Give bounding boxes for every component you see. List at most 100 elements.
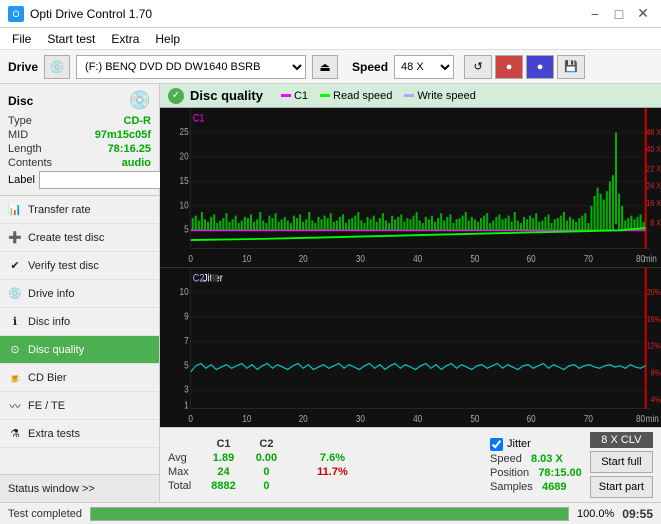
legend-read-speed: Read speed <box>320 90 392 102</box>
transfer-rate-icon: 📊 <box>8 203 22 217</box>
maximize-button[interactable]: □ <box>609 4 629 24</box>
sidebar-item-drive-info[interactable]: 💿 Drive info <box>0 280 159 308</box>
content-area: ✓ Disc quality C1 Read speed Write speed <box>160 84 661 502</box>
create-test-disc-icon: ➕ <box>8 231 22 245</box>
disc-type-label: Type <box>8 115 32 127</box>
col-c2-header: C2 <box>246 437 287 451</box>
drive-label: Drive <box>8 60 38 74</box>
svg-text:80: 80 <box>636 413 645 424</box>
disc-contents-label: Contents <box>8 157 52 169</box>
svg-text:30: 30 <box>356 253 365 264</box>
disc-label-row: Label ✎ <box>8 171 151 189</box>
menu-extra[interactable]: Extra <box>103 30 147 48</box>
total-c2: 0 <box>246 479 287 493</box>
stats-row: C1 C2 Avg 1.89 0.00 <box>168 432 653 498</box>
svg-text:10: 10 <box>242 413 251 424</box>
fe-te-icon: 〰 <box>8 399 22 413</box>
menu-start-test[interactable]: Start test <box>39 30 103 48</box>
save-button[interactable]: 💾 <box>557 55 585 79</box>
svg-text:40: 40 <box>413 253 422 264</box>
avg-c2: 0.00 <box>246 451 287 465</box>
disc-type-field: Type CD-R <box>8 115 151 127</box>
sidebar-item-cd-bier[interactable]: 🍺 CD Bier <box>0 364 159 392</box>
svg-text:20: 20 <box>299 253 308 264</box>
col-blank-header <box>287 437 307 451</box>
svg-text:10: 10 <box>242 253 251 264</box>
avg-label: Avg <box>168 451 201 465</box>
svg-text:min: min <box>644 253 657 264</box>
drive-icon-button[interactable]: 💿 <box>44 55 70 79</box>
c2-chart-svg: 10 9 7 5 3 1 20% 16% 12% 8% 4% 0 10 20 <box>160 268 661 427</box>
write-speed-color-dot <box>404 94 414 97</box>
speed-label: Speed <box>352 60 388 74</box>
svg-text:0: 0 <box>188 253 193 264</box>
menu-help[interactable]: Help <box>147 30 188 48</box>
svg-text:10: 10 <box>180 286 189 297</box>
svg-text:50: 50 <box>470 253 479 264</box>
max-jitter: 11.7% <box>307 465 358 479</box>
read-speed-color-dot <box>320 94 330 97</box>
legend-write-speed: Write speed <box>404 90 476 102</box>
svg-text:9: 9 <box>184 311 189 322</box>
speed-refresh-button[interactable]: ↺ <box>464 55 492 79</box>
verify-test-disc-icon: ✔ <box>8 259 22 273</box>
menu-bar: File Start test Extra Help <box>0 28 661 50</box>
drive-bar: Drive 💿 (F:) BENQ DVD DD DW1640 BSRB ⏏ S… <box>0 50 661 84</box>
extra-tests-icon: ⚗ <box>8 427 22 441</box>
speed-red-button[interactable]: ● <box>495 55 523 79</box>
status-text: Test completed <box>8 508 82 520</box>
svg-text:40 X: 40 X <box>646 144 661 154</box>
minimize-button[interactable]: − <box>585 4 605 24</box>
svg-text:3: 3 <box>184 384 189 395</box>
svg-text:5: 5 <box>184 224 189 235</box>
col-c1-header: C1 <box>201 437 245 451</box>
svg-text:60: 60 <box>527 413 536 424</box>
svg-text:20: 20 <box>299 413 308 424</box>
start-full-button[interactable]: Start full <box>590 451 653 473</box>
speed-blue-button[interactable]: ● <box>526 55 554 79</box>
c2-jitter-chart: 10 9 7 5 3 1 20% 16% 12% 8% 4% 0 10 20 <box>160 268 661 427</box>
disc-length-label: Length <box>8 143 42 155</box>
sidebar-item-fe-te[interactable]: 〰 FE / TE <box>0 392 159 420</box>
svg-text:15: 15 <box>180 175 189 186</box>
legend-c1: C1 <box>281 90 308 102</box>
position-value: 78:15.00 <box>538 467 581 479</box>
sidebar-item-create-test-disc[interactable]: ➕ Create test disc <box>0 224 159 252</box>
start-part-button[interactable]: Start part <box>590 476 653 498</box>
drive-select[interactable]: (F:) BENQ DVD DD DW1640 BSRB <box>76 55 306 79</box>
speed-select[interactable]: 48 X <box>394 55 454 79</box>
total-label: Total <box>168 479 201 493</box>
svg-text:60: 60 <box>527 253 536 264</box>
status-bar: Test completed 100.0% 09:55 <box>0 502 661 524</box>
sidebar-item-disc-info[interactable]: ℹ Disc info <box>0 308 159 336</box>
svg-text:8%: 8% <box>651 368 661 378</box>
menu-file[interactable]: File <box>4 30 39 48</box>
jitter-checkbox[interactable] <box>490 438 503 451</box>
disc-mid-field: MID 97m15c05f <box>8 129 151 141</box>
avg-c1: 1.89 <box>201 451 245 465</box>
jitter-checkbox-row: Jitter <box>490 438 582 451</box>
main-layout: Disc 💿 Type CD-R MID 97m15c05f Length 78… <box>0 84 661 502</box>
svg-text:24 X: 24 X <box>646 181 661 191</box>
max-label: Max <box>168 465 201 479</box>
status-window-item[interactable]: Status window >> <box>0 474 159 502</box>
svg-text:4%: 4% <box>651 395 661 405</box>
disc-label-input[interactable] <box>39 171 177 189</box>
stats-middle: Jitter Speed 8.03 X Position 78:15.00 Sa… <box>490 438 582 493</box>
sidebar-item-verify-test-disc[interactable]: ✔ Verify test disc <box>0 252 159 280</box>
svg-text:C1: C1 <box>193 113 205 125</box>
sidebar-item-extra-tests[interactable]: ⚗ Extra tests <box>0 420 159 448</box>
sidebar-item-transfer-rate[interactable]: 📊 Transfer rate <box>0 196 159 224</box>
window-controls: − □ ✕ <box>585 4 653 24</box>
disc-section: Disc 💿 Type CD-R MID 97m15c05f Length 78… <box>0 84 159 196</box>
max-c2: 0 <box>246 465 287 479</box>
eject-button[interactable]: ⏏ <box>312 55 338 79</box>
action-buttons: 8 X CLV Start full Start part <box>590 432 653 498</box>
disc-title: Disc <box>8 94 33 108</box>
svg-text:16%: 16% <box>647 314 661 324</box>
svg-text:70: 70 <box>584 253 593 264</box>
sidebar-item-disc-quality[interactable]: ⊙ Disc quality <box>0 336 159 364</box>
position-info: Position 78:15.00 <box>490 467 582 479</box>
total-c1: 8882 <box>201 479 245 493</box>
close-button[interactable]: ✕ <box>633 4 653 24</box>
